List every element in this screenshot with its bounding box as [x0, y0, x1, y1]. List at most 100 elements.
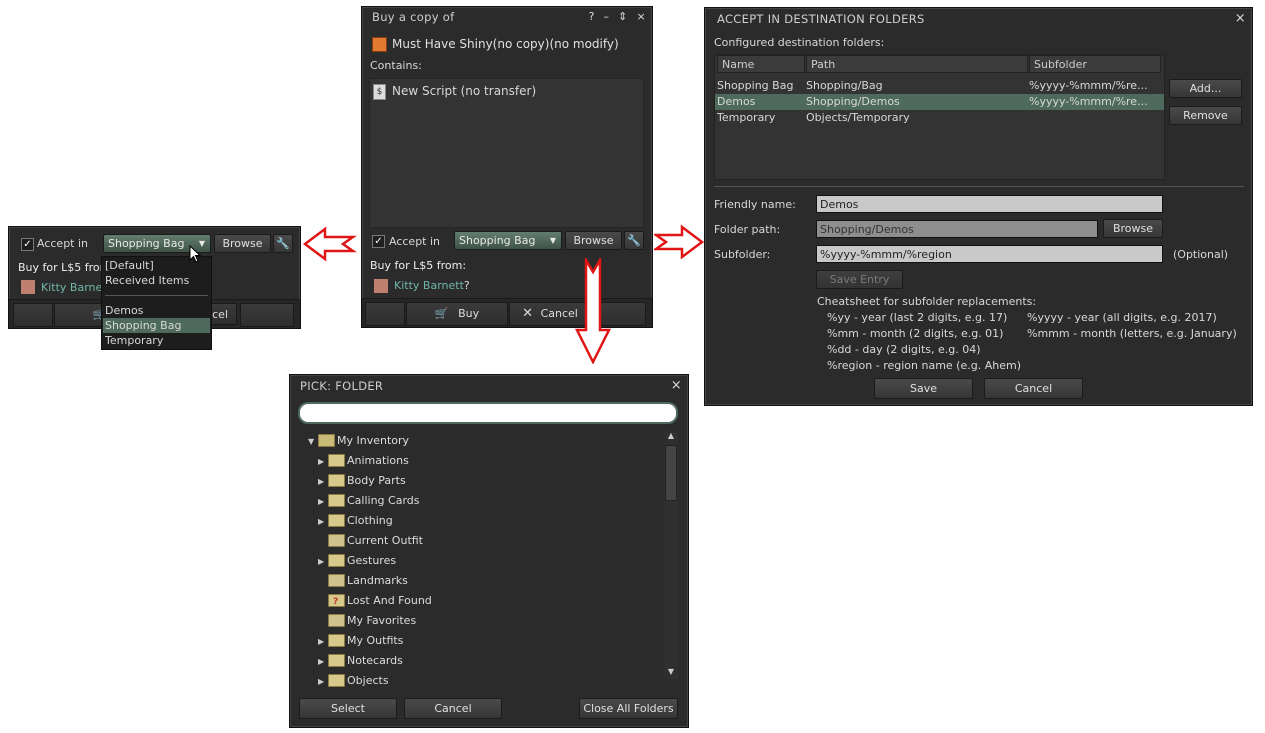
tree-item-label: Clothing	[347, 514, 393, 527]
tree-item-label: My Outfits	[347, 634, 404, 647]
column-header-path[interactable]: Path	[806, 55, 1028, 73]
row-name: Shopping Bag	[717, 79, 794, 92]
footer-spacer	[13, 303, 53, 327]
tree-root-label: My Inventory	[337, 434, 410, 447]
browse-button[interactable]: Browse	[1103, 219, 1163, 238]
tree-root[interactable]: ▼ My Inventory	[308, 431, 409, 451]
cheat-item: %yyyy - year (all digits, e.g. 2017)	[1027, 311, 1217, 324]
wrench-button[interactable]: 🔧	[273, 234, 293, 253]
accept-in-checkbox[interactable]: ✓	[372, 235, 385, 248]
subfolder-field[interactable]: %yyyy-%mmm/%region	[816, 245, 1163, 263]
search-input-value	[300, 404, 308, 417]
dropdown-item-shopping-bag[interactable]: Shopping Bag	[103, 318, 210, 333]
collapsed-triangle-icon: ▶	[318, 657, 325, 666]
tree-item-notecards[interactable]: ▶ Notecards	[318, 651, 403, 671]
cart-icon: 🛒	[434, 307, 449, 320]
remove-button[interactable]: Remove	[1169, 106, 1242, 125]
footer-spacer-right	[240, 303, 294, 327]
column-header-subfolder[interactable]: Subfolder	[1029, 55, 1161, 73]
tree-item-clothing[interactable]: ▶ Clothing	[318, 511, 393, 531]
destination-combo-value: Shopping Bag	[108, 237, 185, 250]
tree-scrollbar[interactable]: ▲ ▼	[664, 431, 678, 679]
tree-item-landmarks[interactable]: Landmarks	[318, 571, 408, 591]
row-subfolder: %yyyy-%mmm/%re...	[1029, 95, 1148, 108]
select-button[interactable]: Select	[299, 698, 397, 719]
cancel-button[interactable]: Cancel	[984, 378, 1083, 399]
table-row[interactable]: Demos Shopping/Demos %yyyy-%mmm/%re...	[715, 94, 1164, 110]
table-row[interactable]: Shopping Bag Shopping/Bag %yyyy-%mmm/%re…	[715, 78, 1164, 94]
folder-path-label: Folder path:	[714, 223, 781, 236]
close-icon[interactable]: ×	[636, 10, 646, 23]
dropdown-item-default[interactable]: [Default]	[105, 259, 154, 272]
tree-item-label: Objects	[347, 674, 389, 687]
table-row[interactable]: Temporary Objects/Temporary	[715, 110, 1164, 126]
tree-item-current-outfit[interactable]: Current Outfit	[318, 531, 423, 551]
friendly-name-field[interactable]: Demos	[816, 195, 1163, 213]
column-header-name[interactable]: Name	[717, 55, 805, 73]
seller-avatar	[374, 279, 388, 293]
destination-combo[interactable]: Shopping Bag ▼	[454, 231, 562, 250]
close-icon[interactable]: ×	[671, 378, 682, 393]
accept-folders-panel: ACCEPT IN DESTINATION FOLDERS × Configur…	[704, 7, 1253, 406]
buy-price-text: Buy for L$5 from	[18, 261, 111, 274]
tree-item-animations[interactable]: ▶ Animations	[318, 451, 409, 471]
destination-combo-value: Shopping Bag	[459, 234, 536, 247]
browse-button[interactable]: Browse	[565, 231, 622, 250]
close-all-folders-button[interactable]: Close All Folders	[579, 698, 678, 719]
collapsed-triangle-icon: ▶	[318, 497, 325, 506]
folder-icon	[328, 573, 345, 587]
footer-spacer	[365, 302, 405, 326]
lost-folder-icon	[328, 592, 345, 612]
scroll-up-icon[interactable]: ▲	[664, 431, 678, 443]
tree-item-gestures[interactable]: ▶ Gestures	[318, 551, 396, 571]
scroll-down-icon[interactable]: ▼	[664, 667, 678, 679]
tree-item-my-outfits[interactable]: ▶ My Outfits	[318, 631, 403, 651]
search-input[interactable]	[298, 402, 678, 424]
folder-icon	[328, 453, 345, 467]
dock-icon[interactable]: ⇕	[618, 10, 628, 23]
cancel-button[interactable]: Cancel	[404, 698, 502, 719]
cheat-item: %yy - year (last 2 digits, e.g. 17)	[827, 311, 1008, 324]
pick-panel-titlebar: PICK: FOLDER ×	[290, 375, 688, 397]
contains-label: Contains:	[370, 59, 422, 72]
save-entry-button[interactable]: Save Entry	[816, 270, 903, 289]
contents-list: $ New Script (no transfer)	[369, 78, 644, 228]
subfolder-label: Subfolder:	[714, 248, 771, 261]
folder-icon	[328, 633, 345, 647]
tree-item-calling-cards[interactable]: ▶ Calling Cards	[318, 491, 420, 511]
tree-item-lost-and-found[interactable]: Lost And Found	[318, 591, 432, 612]
tree-item-body-parts[interactable]: ▶ Body Parts	[318, 471, 406, 491]
dropdown-item-temporary[interactable]: Temporary	[105, 334, 163, 347]
dropdown-item-label: Shopping Bag	[105, 319, 182, 332]
dropdown-item-received[interactable]: Received Items	[105, 274, 189, 287]
browse-button[interactable]: Browse	[214, 234, 271, 253]
tree-item-objects[interactable]: ▶ Objects	[318, 671, 389, 691]
accept-in-checkbox[interactable]: ✓	[21, 238, 34, 251]
arrow-right-icon	[654, 224, 704, 260]
help-icon[interactable]: ?	[589, 10, 595, 23]
tree-item-label: Landmarks	[347, 574, 408, 587]
collapsed-triangle-icon: ▶	[318, 637, 325, 646]
folder-icon	[328, 533, 345, 547]
folder-icon	[328, 493, 345, 507]
seller-link[interactable]: Kitty Barnett	[394, 279, 464, 292]
accept-in-label: Accept in	[37, 237, 89, 250]
contents-item[interactable]: New Script (no transfer)	[392, 84, 536, 98]
collapsed-triangle-icon: ▶	[318, 457, 325, 466]
save-button[interactable]: Save	[874, 378, 973, 399]
optional-label: (Optional)	[1173, 248, 1229, 261]
dropdown-item-demos[interactable]: Demos	[105, 304, 143, 317]
configured-label: Configured destination folders:	[714, 36, 885, 49]
collapsed-triangle-icon: ▶	[318, 477, 325, 486]
box-icon	[372, 37, 387, 52]
tree-item-my-favorites[interactable]: My Favorites	[318, 611, 416, 631]
arrow-down-icon	[574, 258, 612, 364]
minimize-icon[interactable]: –	[604, 10, 610, 23]
close-icon[interactable]: ×	[1235, 11, 1246, 26]
row-subfolder: %yyyy-%mmm/%re...	[1029, 79, 1148, 92]
tree-item-label: Body Parts	[347, 474, 406, 487]
scroll-thumb[interactable]	[665, 445, 677, 501]
buy-button[interactable]: 🛒 Buy	[406, 302, 508, 326]
add-button[interactable]: Add...	[1169, 79, 1242, 98]
wrench-button[interactable]: 🔧	[624, 231, 644, 250]
